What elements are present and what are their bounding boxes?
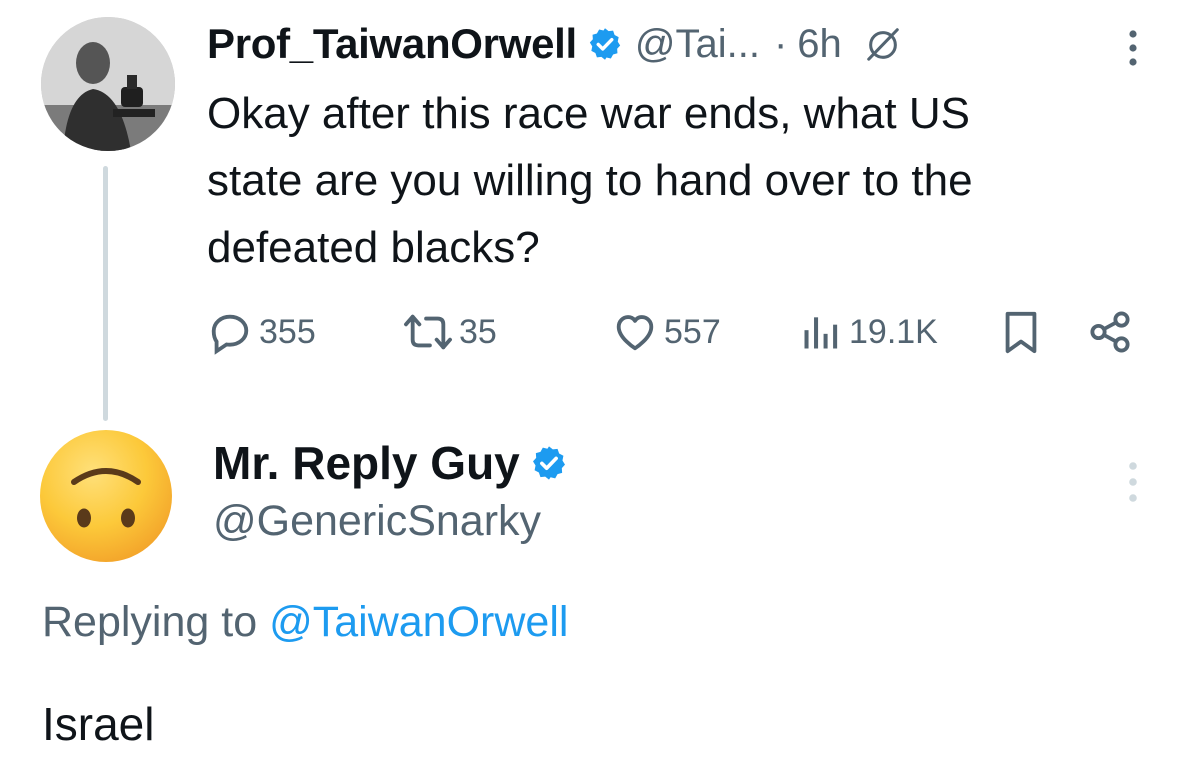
- tweet-text-line: defeated blacks?: [207, 223, 540, 272]
- views-chart-icon: [804, 317, 838, 349]
- tweet-text-line: state are you willing to hand over to th…: [207, 156, 973, 205]
- share-button[interactable]: [1087, 305, 1133, 359]
- repost-icon: [404, 314, 452, 350]
- tweet-text: Okay after this race war ends, what US s…: [207, 80, 1137, 281]
- reply-author-name[interactable]: Mr. Reply Guy: [213, 436, 520, 490]
- replying-to-label: Replying to: [42, 598, 258, 646]
- timestamp[interactable]: 6h: [797, 22, 842, 67]
- tweet-header: Prof_TaiwanOrwell @Tai... · 6h: [207, 18, 902, 70]
- thread-line: [103, 166, 108, 421]
- verified-badge-icon: [589, 28, 621, 60]
- like-button[interactable]: 557: [612, 305, 721, 359]
- reply-header: Mr. Reply Guy: [213, 432, 568, 494]
- more-options-icon[interactable]: [1118, 27, 1148, 69]
- avatar-photo: [41, 17, 175, 151]
- repost-count: 35: [459, 312, 497, 351]
- author-name[interactable]: Prof_TaiwanOrwell: [207, 20, 577, 68]
- view-count: 19.1K: [849, 312, 938, 351]
- reply-text: Israel: [42, 698, 155, 750]
- bookmark-button[interactable]: [998, 305, 1044, 359]
- like-count: 557: [664, 312, 721, 351]
- repost-button[interactable]: 35: [403, 305, 497, 359]
- verified-badge-icon: [532, 446, 565, 480]
- tweet-text-line: Okay after this race war ends, what US: [207, 89, 970, 138]
- more-options-icon[interactable]: [1118, 458, 1148, 506]
- avatar[interactable]: [40, 430, 172, 562]
- upside-down-face-icon: [71, 468, 141, 528]
- reply-author-handle[interactable]: @GenericSnarky: [213, 497, 541, 546]
- meta-separator: ·: [773, 21, 788, 66]
- heart-icon: [616, 315, 654, 351]
- avatar[interactable]: [41, 17, 175, 151]
- replying-to-handle-link[interactable]: @TaiwanOrwell: [269, 598, 568, 646]
- author-handle[interactable]: @Tai...: [635, 22, 760, 67]
- share-icon: [1090, 311, 1130, 353]
- reply-button[interactable]: 355: [207, 305, 316, 359]
- reply-icon: [211, 314, 249, 355]
- views-button[interactable]: 19.1K: [799, 305, 938, 359]
- reply-count: 355: [259, 312, 316, 351]
- grok-icon[interactable]: [864, 25, 902, 63]
- bookmark-icon: [1005, 311, 1037, 354]
- replying-to: Replying to @TaiwanOrwell: [42, 598, 568, 647]
